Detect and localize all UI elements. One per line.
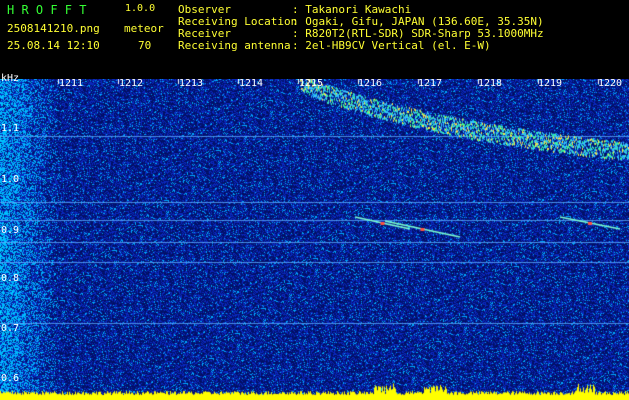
y-tick-label: 1.0 <box>1 174 20 185</box>
y-tick-label: 0.8 <box>1 273 20 284</box>
y-tick-label: 0.6 <box>1 373 20 384</box>
x-tick-label: 1212 <box>119 78 144 89</box>
observer-label: Observer <box>178 3 231 16</box>
x-tick-label: 1218 <box>478 78 503 89</box>
antenna-value: : 2el-HB9CV Vertical (el. E-W) <box>292 39 491 52</box>
x-tick-label: 1219 <box>538 78 563 89</box>
x-tick-label: 1211 <box>59 78 84 89</box>
capture-timestamp: 25.08.14 12:10 <box>7 39 100 52</box>
y-tick-label: 1.1 <box>1 123 20 134</box>
x-tick-label: 1214 <box>239 78 264 89</box>
app-version: 1.0.0 <box>125 3 156 14</box>
mode-label: meteor <box>124 22 164 35</box>
hrofft-window: H R O F F T 1.0.0 2508141210.png meteor … <box>0 0 629 400</box>
x-tick-label: 1216 <box>358 78 383 89</box>
location-label: Receiving Location <box>178 15 298 28</box>
x-tick-label: 1220 <box>598 78 623 89</box>
y-tick-label: 0.9 <box>1 225 20 236</box>
x-tick-label: 1217 <box>418 78 443 89</box>
receiver-value: : R820T2(RTL-SDR) SDR-Sharp 53.1000MHz <box>292 27 544 40</box>
image-filename: 2508141210.png <box>7 22 100 35</box>
antenna-label: Receiving antenna <box>178 39 291 52</box>
x-tick-label: 1213 <box>179 78 204 89</box>
app-title: H R O F F T <box>7 3 87 17</box>
meteor-count: 70 <box>138 39 152 52</box>
spectrogram-plot <box>0 79 629 400</box>
location-value: : Ogaki, Gifu, JAPAN (136.60E, 35.35N) <box>292 15 544 28</box>
receiver-label: Receiver <box>178 27 231 40</box>
y-axis-unit: kHz <box>1 73 20 84</box>
spectrogram-canvas <box>0 79 629 400</box>
observer-value: : Takanori Kawachi <box>292 3 412 16</box>
x-tick-label: 1215 <box>299 78 324 89</box>
y-tick-label: 0.7 <box>1 323 20 334</box>
